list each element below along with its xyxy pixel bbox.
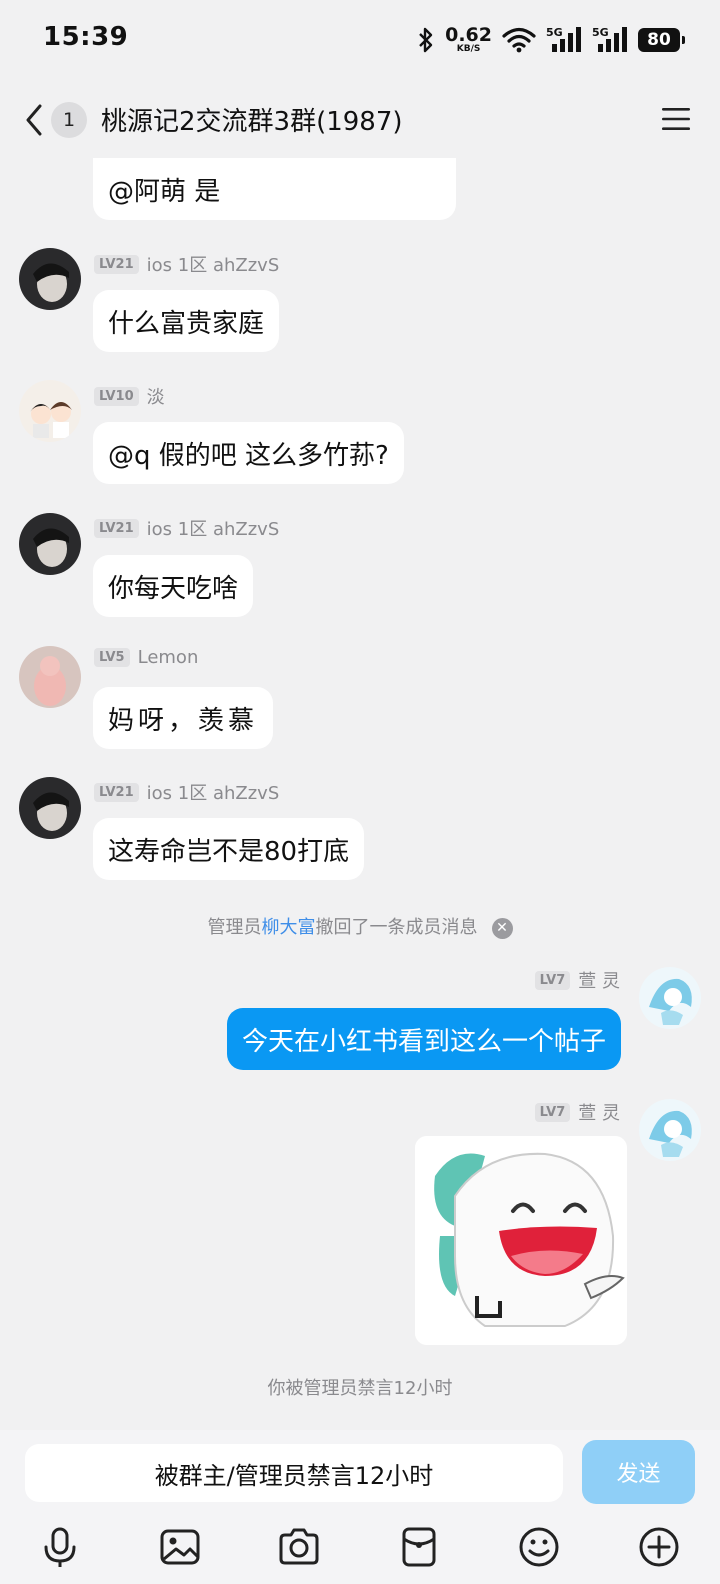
sender-name[interactable]: ios 1区 ahZzvS [147,251,280,277]
message-bubble[interactable]: 你每天吃啥 [93,555,254,617]
sender-name[interactable]: 萱 灵 [578,967,620,993]
chat-header: 1 桃源记2交流群3群(1987) [0,90,720,150]
unread-count-badge[interactable]: 1 [51,102,87,138]
level-badge: LV21 [94,254,139,274]
sender-line: LV21 ios 1区 ahZzvS [94,251,279,277]
camera-icon[interactable] [277,1525,321,1569]
message-bubble[interactable]: 什么富贵家庭 [93,290,280,352]
group-title: 桃源记2交流群3群(1987) [101,107,403,137]
message-bubble[interactable]: 妈呀，羡慕 [93,687,274,749]
wifi-icon [502,27,536,53]
image-icon[interactable] [158,1525,202,1569]
close-icon[interactable]: ✕ [491,917,513,939]
bluetooth-icon [419,27,433,53]
level-badge: LV5 [94,648,130,667]
sender-name[interactable]: ios 1区 ahZzvS [147,515,280,541]
back-arrow-icon[interactable] [20,100,50,140]
sender-name[interactable]: 淡 [147,383,165,409]
status-time: 15:39 [43,22,129,52]
sender-name[interactable]: Lemon [138,647,199,668]
status-icons: 0.62 KB/S 5G 5G 80 [417,22,685,58]
message-bubble[interactable]: 这寿命岂不是80打底 [93,818,365,880]
sender-name[interactable]: 萱 灵 [578,1099,620,1125]
sender-line: LV7 萱 灵 [534,1099,620,1125]
cell-signal-icon-2: 5G [592,26,628,54]
red-packet-icon[interactable] [397,1525,441,1569]
message-bubble[interactable]: @q 假的吧 这么多竹荪? [93,422,404,484]
menu-icon[interactable] [660,104,692,134]
message-bubble[interactable]: @阿萌 是 [93,158,456,220]
message-input[interactable]: 被群主/管理员禁言12小时 [25,1444,563,1502]
level-badge: LV21 [94,782,139,802]
sender-line: LV21 ios 1区 ahZzvS [94,779,279,805]
avatar[interactable] [19,513,81,575]
level-badge: LV7 [534,1102,571,1122]
level-badge: LV21 [94,518,139,538]
avatar[interactable] [639,967,701,1029]
cell-signal-icon-1: 5G [546,26,582,54]
avatar[interactable] [19,248,81,310]
avatar[interactable] [19,777,81,839]
microphone-icon[interactable] [38,1525,82,1569]
send-button[interactable]: 发送 [582,1440,695,1504]
avatar[interactable] [19,380,81,442]
sender-line: LV7 萱 灵 [534,967,620,993]
input-bar: 被群主/管理员禁言12小时 发送 [0,1430,720,1584]
plus-icon[interactable] [637,1525,681,1569]
level-badge: LV7 [534,970,571,990]
message-bubble-mine[interactable]: 今天在小红书看到这么一个帖子 [227,1008,622,1070]
status-bar: 15:39 0.62 KB/S 5G 5G 80 [0,0,720,80]
emoji-icon[interactable] [517,1525,561,1569]
sender-line: LV21 ios 1区 ahZzvS [94,515,279,541]
battery-indicator: 80 [638,28,685,52]
system-muted-message: 你被管理员禁言12小时 [267,1378,453,1399]
level-badge: LV10 [94,386,139,406]
avatar[interactable] [19,646,81,708]
sender-line: LV5 Lemon [94,647,198,668]
system-recall-message: 管理员柳大富撤回了一条成员消息 ✕ [0,913,720,939]
sender-line: LV10 淡 [94,383,165,409]
sender-name[interactable]: ios 1区 ahZzvS [147,779,280,805]
avatar[interactable] [639,1099,701,1161]
laughing-cartoon-sticker[interactable] [415,1136,627,1345]
admin-name-link[interactable]: 柳大富 [262,917,316,938]
network-speed: 0.62 KB/S [445,24,492,54]
